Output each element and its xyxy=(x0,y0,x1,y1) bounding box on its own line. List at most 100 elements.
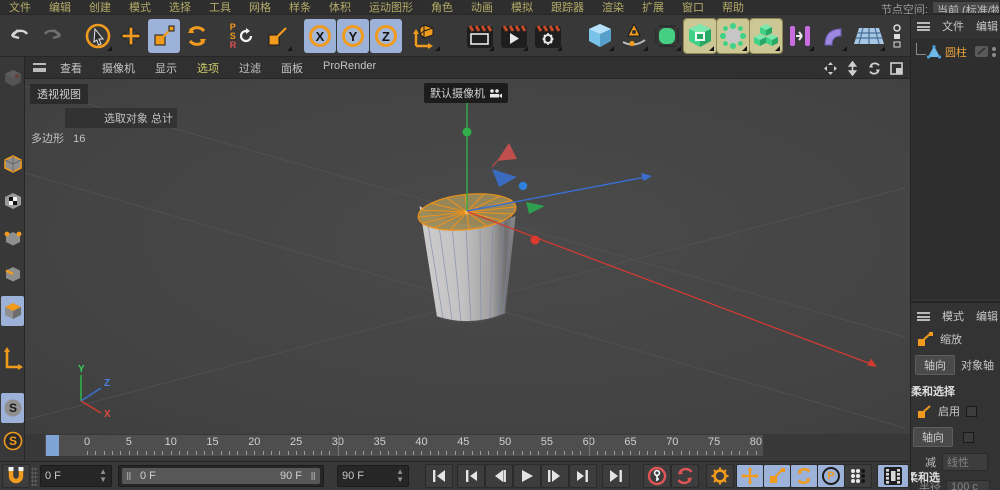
menubar-item-5[interactable]: 工具 xyxy=(209,0,231,15)
gizmo-z-handle[interactable] xyxy=(519,182,527,190)
menubar-item-14[interactable]: 渲染 xyxy=(602,0,624,15)
menubar-item-4[interactable]: 选择 xyxy=(169,0,191,15)
viewport-menu-icon[interactable] xyxy=(33,63,46,72)
tab-object-axis[interactable]: 对象轴 xyxy=(961,357,994,373)
render-view-button[interactable] xyxy=(464,19,496,53)
key-pla-button[interactable] xyxy=(844,464,872,488)
move-tool-button[interactable] xyxy=(115,19,147,53)
timeline-mode-button[interactable] xyxy=(877,464,909,488)
menubar-item-1[interactable]: 编辑 xyxy=(49,0,71,15)
timeline-playhead[interactable] xyxy=(46,435,59,456)
texture-mode-button[interactable] xyxy=(1,186,24,216)
menubar-item-13[interactable]: 跟踪器 xyxy=(551,0,584,15)
key-scale-button[interactable] xyxy=(763,464,791,488)
viewport-menu-item-3[interactable]: 选项 xyxy=(197,60,219,76)
move-gizmo[interactable] xyxy=(463,100,878,367)
floor-environment-button[interactable] xyxy=(851,19,887,53)
maximize-view-icon[interactable] xyxy=(888,60,904,76)
viewport-menu-item-2[interactable]: 显示 xyxy=(155,60,177,76)
node-space-dropdown[interactable]: 当前 (标准/物 xyxy=(932,1,1000,14)
end-frame-field[interactable]: 90 F▲▼ xyxy=(337,465,409,487)
z-axis-button[interactable]: Z xyxy=(370,19,402,53)
viewport-menu-item-6[interactable]: ProRender xyxy=(323,60,376,76)
gizmo-x-axis[interactable] xyxy=(468,212,871,364)
y-axis-button[interactable]: Y xyxy=(337,19,369,53)
menubar-item-9[interactable]: 运动图形 xyxy=(369,0,413,15)
rotate-tool-button[interactable] xyxy=(181,19,213,53)
axis-button[interactable]: 轴向 xyxy=(913,427,953,447)
enable-checkbox[interactable] xyxy=(966,406,977,417)
viewport-menu-item-0[interactable]: 查看 xyxy=(60,60,82,76)
menubar-item-16[interactable]: 窗口 xyxy=(682,0,704,15)
gizmo-z-axis[interactable] xyxy=(467,177,646,211)
pan-view-icon[interactable] xyxy=(822,60,838,76)
object-edit-state-icon[interactable] xyxy=(975,46,989,58)
menubar-item-8[interactable]: 体积 xyxy=(329,0,351,15)
point-mode-button[interactable] xyxy=(1,223,24,253)
zoom-view-icon[interactable] xyxy=(844,60,860,76)
om-menu-file[interactable]: 文件 xyxy=(942,18,964,34)
keyframe-settings-button[interactable] xyxy=(706,464,734,488)
render-settings-button[interactable] xyxy=(532,19,564,53)
current-frame-field[interactable]: 0 F▲▼ xyxy=(40,465,112,487)
extrude-generator-button[interactable] xyxy=(684,19,716,53)
redo-button[interactable] xyxy=(36,19,68,53)
edge-mode-button[interactable] xyxy=(1,259,24,289)
menubar-item-6[interactable]: 网格 xyxy=(249,0,271,15)
viewport-menu-item-5[interactable]: 面板 xyxy=(281,60,303,76)
viewport[interactable]: 透视视图 选取对象 总计 多边形 16 默认摄像机 Y Z X xyxy=(25,79,910,434)
attribute-menu-icon[interactable] xyxy=(917,312,930,321)
scale-axis-button[interactable] xyxy=(262,19,294,53)
range-right-handle[interactable]: ‖ xyxy=(311,471,316,483)
viewport-menu-item-1[interactable]: 摄像机 xyxy=(102,60,135,76)
viewport-solo-single-button[interactable]: S xyxy=(1,426,24,456)
key-rotation-button[interactable] xyxy=(790,464,818,488)
deformer-sphere-button[interactable] xyxy=(717,19,749,53)
toolbar-overflow-button[interactable] xyxy=(889,19,905,53)
object-name[interactable]: 圆柱 xyxy=(945,44,967,60)
range-bar[interactable]: ‖ 0 F 90 F ‖ xyxy=(122,468,320,484)
menubar-item-17[interactable]: 帮助 xyxy=(722,0,744,15)
fields-button[interactable] xyxy=(784,19,816,53)
goto-end-button[interactable] xyxy=(602,464,630,488)
gizmo-x-handle[interactable] xyxy=(531,236,540,245)
viewport-menu-item-4[interactable]: 过滤 xyxy=(239,60,261,76)
spinner-icon[interactable]: ▲▼ xyxy=(99,468,107,484)
coordinate-system-button[interactable] xyxy=(406,19,442,53)
undo-button[interactable] xyxy=(4,19,36,53)
key-position-button[interactable] xyxy=(736,464,764,488)
viewport-solo-off-button[interactable]: S xyxy=(1,393,24,423)
rotate-view-icon[interactable] xyxy=(866,60,882,76)
key-parameter-button[interactable]: P xyxy=(817,464,845,488)
axis-checkbox[interactable] xyxy=(963,432,974,443)
primitive-cube-button[interactable] xyxy=(584,19,616,53)
object-row-cylinder[interactable]: 圆柱 xyxy=(911,43,1000,61)
menubar-item-10[interactable]: 角色 xyxy=(431,0,453,15)
menubar-item-7[interactable]: 样条 xyxy=(289,0,311,15)
model-mode-button[interactable] xyxy=(1,149,24,179)
spinner-icon[interactable]: ▲▼ xyxy=(396,468,404,484)
x-axis-button[interactable]: X xyxy=(304,19,336,53)
object-manager-menu-icon[interactable] xyxy=(917,22,930,31)
object-visibility-dots-icon[interactable] xyxy=(991,46,997,58)
menubar-item-11[interactable]: 动画 xyxy=(471,0,493,15)
volume-builder-button[interactable] xyxy=(750,19,782,53)
scale-tool-button[interactable] xyxy=(148,19,180,53)
enable-axis-button[interactable] xyxy=(1,342,24,378)
play-button[interactable] xyxy=(513,464,541,488)
menubar-item-3[interactable]: 模式 xyxy=(129,0,151,15)
prev-key-button[interactable] xyxy=(457,464,485,488)
psr-reset-button[interactable]: P S R xyxy=(224,19,260,53)
goto-start-button[interactable] xyxy=(425,464,453,488)
attr-menu-mode[interactable]: 模式 xyxy=(942,308,964,324)
live-selection-button[interactable] xyxy=(82,19,114,53)
make-editable-button[interactable] xyxy=(1,63,24,93)
menubar-item-2[interactable]: 创建 xyxy=(89,0,111,15)
next-key-button[interactable] xyxy=(569,464,597,488)
om-menu-edit[interactable]: 编辑 xyxy=(976,18,998,34)
subdivision-surface-button[interactable] xyxy=(651,19,683,53)
spline-pen-button[interactable] xyxy=(618,19,650,53)
camera-hud[interactable]: 默认摄像机 xyxy=(424,83,508,103)
bend-deformer-button[interactable] xyxy=(817,19,849,53)
polygon-mode-button[interactable] xyxy=(1,296,24,326)
